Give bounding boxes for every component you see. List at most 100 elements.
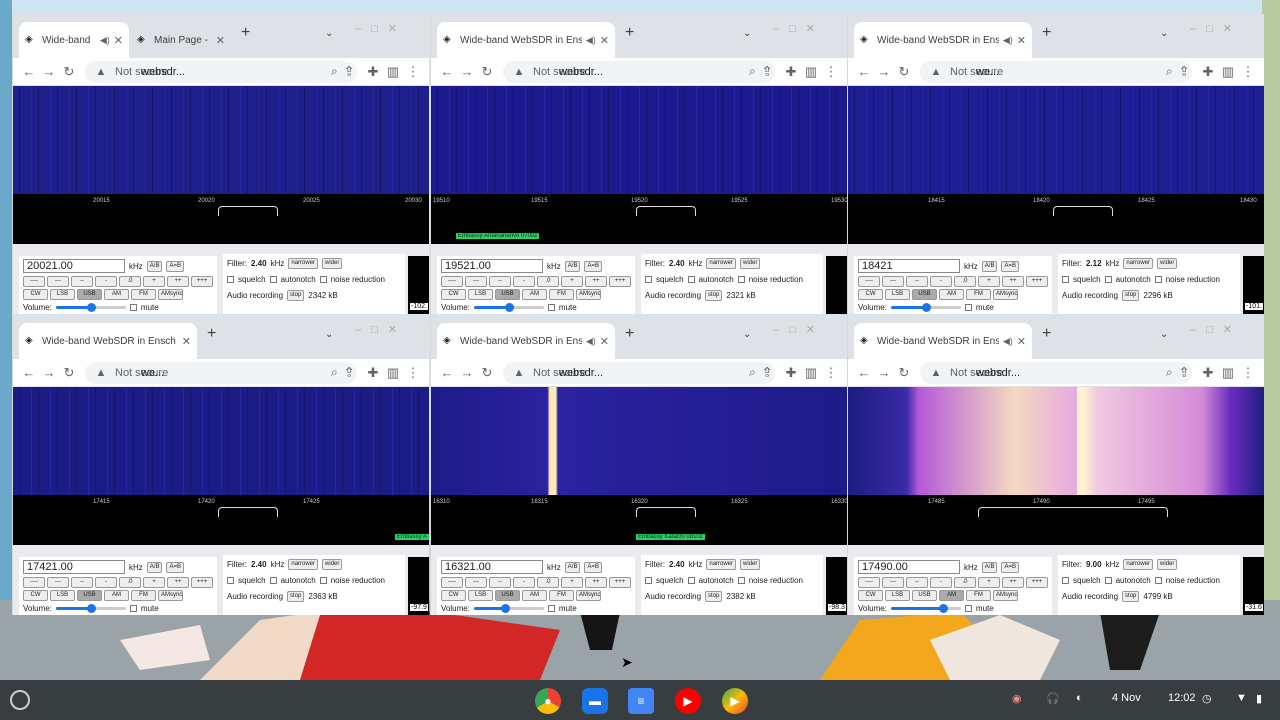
extensions-icon[interactable]: ✚ — [1198, 64, 1218, 80]
step-button[interactable]: .0 — [119, 577, 141, 588]
step-button[interactable]: -- — [906, 577, 928, 588]
warning-icon[interactable]: ▲ — [509, 367, 529, 379]
noise-reduction-checkbox[interactable] — [319, 577, 327, 584]
stop-recording-button[interactable]: stop — [705, 591, 723, 602]
ab-button[interactable]: A/B — [981, 561, 998, 573]
mute-checkbox[interactable] — [964, 304, 972, 311]
step-button[interactable]: ---- — [23, 577, 45, 588]
sidepanel-icon[interactable]: ▥ — [1218, 365, 1238, 381]
reload-icon[interactable]: ↻ — [894, 365, 914, 381]
mode-button-cw[interactable]: CW — [858, 289, 883, 300]
docs-icon[interactable]: ≡ — [628, 688, 654, 714]
autonotch-checkbox[interactable] — [269, 276, 277, 283]
stop-recording-button[interactable]: stop — [1122, 290, 1140, 301]
mute-checkbox[interactable] — [964, 605, 972, 612]
step-button[interactable]: --- — [47, 276, 69, 287]
browser-tab[interactable]: ◈ Wide-band WebSDR in Ensch ◀) ✕ — [437, 22, 615, 58]
mode-button-cw[interactable]: CW — [441, 590, 466, 601]
mode-button-lsb[interactable]: LSB — [885, 289, 910, 300]
mode-button-amsync[interactable]: AMsync — [158, 289, 183, 300]
mode-button-lsb[interactable]: LSB — [50, 590, 75, 601]
browser-tab[interactable]: ◈ Main Page - ✕ — [131, 22, 231, 58]
frequency-scale[interactable]: 17415 17420 17425 Embassy A — [13, 495, 429, 545]
menu-icon[interactable]: ⋮ — [821, 365, 841, 381]
wider-button[interactable]: wider — [1157, 258, 1178, 269]
new-tab-button[interactable]: + — [1042, 24, 1051, 42]
address-bar[interactable]: ▲ Not securewe... ⌕⇪☆ — [920, 60, 1192, 83]
forward-icon[interactable]: → — [874, 365, 894, 380]
frequency-scale[interactable]: 19510 19515 19520 19525 19530 Embassy Antanan… — [431, 194, 847, 244]
speaker-icon[interactable]: ◀) — [586, 336, 596, 347]
window-controls[interactable]: –□✕ — [355, 22, 407, 35]
stop-recording-button[interactable]: stop — [705, 290, 723, 301]
mode-button-cw[interactable]: CW — [23, 590, 48, 601]
step-button[interactable]: - — [513, 276, 535, 287]
window-controls[interactable]: –□✕ — [1190, 323, 1242, 336]
step-button[interactable]: + — [978, 577, 1000, 588]
a-equals-b-button[interactable]: A=B — [166, 260, 184, 272]
autonotch-checkbox[interactable] — [687, 276, 695, 283]
step-button[interactable]: +++ — [1026, 276, 1048, 287]
frequency-input[interactable]: 17421.00 — [23, 560, 125, 574]
mute-checkbox[interactable] — [547, 304, 555, 311]
reload-icon[interactable]: ↻ — [894, 64, 914, 80]
volume-knob[interactable] — [86, 604, 96, 613]
autonotch-checkbox[interactable] — [269, 577, 277, 584]
omnibox-icons[interactable]: ⌕⇪☆ — [331, 365, 357, 380]
browser-tab[interactable]: ◈ Wide-band WebSDR in Ensch ✕ — [19, 323, 197, 359]
mode-button-lsb[interactable]: LSB — [468, 590, 493, 601]
warning-icon[interactable]: ▲ — [926, 66, 946, 78]
squelch-checkbox[interactable] — [1062, 276, 1069, 283]
clock[interactable]: 12:02 — [1168, 692, 1196, 704]
waterfall-display[interactable] — [13, 86, 429, 194]
files-icon[interactable]: ▬ — [582, 688, 608, 714]
a-equals-b-button[interactable]: A=B — [166, 561, 184, 573]
waterfall-display[interactable] — [848, 387, 1264, 495]
omnibox-icons[interactable]: ⌕⇪☆ — [331, 64, 357, 79]
squelch-checkbox[interactable] — [227, 276, 234, 283]
mode-button-amsync[interactable]: AMsync — [576, 289, 601, 300]
extensions-icon[interactable]: ✚ — [781, 64, 801, 80]
extensions-icon[interactable]: ✚ — [363, 64, 383, 80]
noise-reduction-checkbox[interactable] — [319, 276, 327, 283]
step-button[interactable]: + — [561, 577, 583, 588]
mute-checkbox[interactable] — [129, 605, 137, 612]
narrower-button[interactable]: narrower — [706, 258, 737, 269]
mode-button-fm[interactable]: FM — [549, 289, 574, 300]
omnibox-icons[interactable]: ⌕⇪☆ — [1166, 64, 1192, 79]
forward-icon[interactable]: → — [457, 64, 477, 79]
step-button[interactable]: ---- — [858, 577, 880, 588]
sidepanel-icon[interactable]: ▥ — [1218, 64, 1238, 80]
stop-recording-button[interactable]: stop — [287, 290, 305, 301]
frequency-input[interactable]: 20021.00 — [23, 259, 125, 273]
mode-button-usb[interactable]: USB — [495, 289, 520, 300]
menu-icon[interactable]: ⋮ — [403, 365, 423, 381]
step-button[interactable]: +++ — [609, 577, 631, 588]
sidepanel-icon[interactable]: ▥ — [801, 365, 821, 381]
avatar[interactable]: ◐ — [1076, 692, 1083, 704]
step-button[interactable]: -- — [906, 276, 928, 287]
noise-reduction-checkbox[interactable] — [737, 276, 745, 283]
step-button[interactable]: ---- — [23, 276, 45, 287]
address-bar[interactable]: ▲ Not securewebsdr... ⌕⇪☆ — [920, 361, 1192, 384]
step-button[interactable]: +++ — [191, 276, 213, 287]
forward-icon[interactable]: → — [39, 64, 59, 79]
frequency-input[interactable]: 16321.00 — [441, 560, 543, 574]
back-icon[interactable]: ← — [437, 365, 457, 380]
passband-marker[interactable] — [1053, 206, 1113, 216]
extensions-icon[interactable]: ✚ — [1198, 365, 1218, 381]
tab-search-icon[interactable]: ⌄ — [1160, 28, 1168, 39]
sidepanel-icon[interactable]: ▥ — [383, 365, 403, 381]
warning-icon[interactable]: ▲ — [509, 66, 529, 78]
stop-recording-button[interactable]: stop — [287, 591, 305, 602]
mode-button-amsync[interactable]: AMsync — [576, 590, 601, 601]
mode-button-amsync[interactable]: AMsync — [158, 590, 183, 601]
autonotch-checkbox[interactable] — [1104, 276, 1112, 283]
autonotch-checkbox[interactable] — [687, 577, 695, 584]
reload-icon[interactable]: ↻ — [477, 64, 497, 80]
volume-knob[interactable] — [921, 303, 931, 312]
new-tab-button[interactable]: + — [1042, 325, 1051, 343]
step-button[interactable]: ++ — [167, 276, 189, 287]
waterfall-display[interactable] — [848, 86, 1264, 194]
step-button[interactable]: -- — [71, 577, 93, 588]
